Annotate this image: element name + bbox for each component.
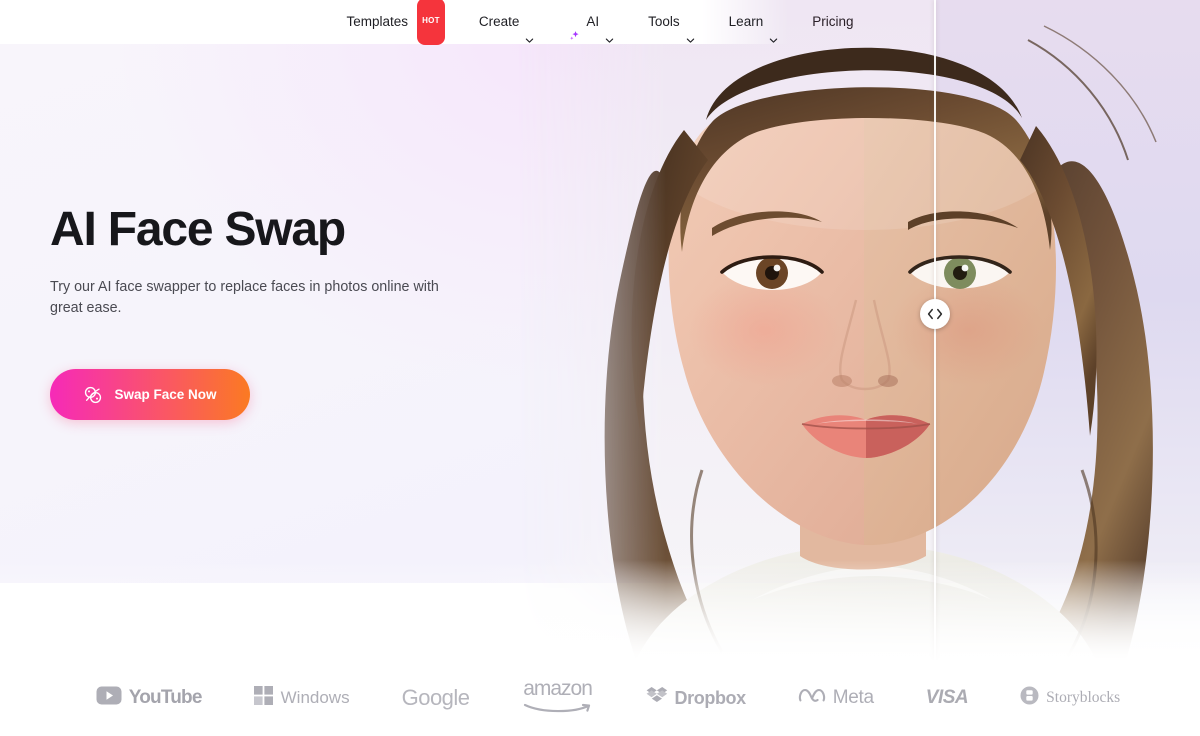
dropbox-icon [646, 686, 668, 711]
nav-item-templates[interactable]: Templates HOT [330, 0, 462, 45]
page-root: Templates HOT Create AI Tools Learn Pric… [0, 0, 1200, 736]
logo-label-youtube: YouTube [128, 687, 203, 708]
logo-visa: VISA [925, 687, 969, 709]
meta-infinity-icon [798, 687, 826, 709]
sparkle-icon [568, 17, 581, 40]
face-swap-comparison-image[interactable] [516, 0, 1200, 660]
nav-item-tools[interactable]: Tools [631, 0, 712, 44]
nav-item-pricing[interactable]: Pricing [795, 0, 870, 44]
logo-label-meta: Meta [832, 687, 874, 708]
portrait-photo [516, 0, 1200, 660]
comparison-slider-handle[interactable] [920, 299, 950, 329]
logo-label-visa: VISA [925, 687, 969, 708]
chevron-down-icon [769, 19, 778, 43]
chevron-down-icon [605, 19, 614, 43]
logo-youtube: YouTube [96, 686, 202, 710]
nav-item-create[interactable]: Create [462, 0, 552, 44]
windows-icon [253, 685, 274, 711]
hero-subtitle: Try our AI face swapper to replace faces… [50, 278, 439, 317]
logo-label-windows: Windows [280, 688, 350, 707]
face-swap-icon [83, 385, 103, 405]
hero-text-block: AI Face Swap Try our AI face swapper to … [50, 204, 470, 320]
youtube-icon [96, 686, 122, 710]
nav-label-create: Create [478, 14, 520, 29]
storyblocks-icon [1020, 686, 1039, 710]
logo-label-dropbox: Dropbox [674, 687, 747, 708]
nav-label-templates: Templates [346, 14, 409, 29]
main-menu: Templates HOT Create AI Tools Learn Pric… [0, 0, 1200, 45]
nav-label-pricing: Pricing [812, 14, 854, 29]
chevron-down-icon [686, 19, 695, 43]
comparison-divider-line [934, 0, 936, 660]
swap-face-now-button[interactable]: Swap Face Now [50, 369, 250, 420]
hot-badge: HOT [417, 0, 445, 45]
logo-storyblocks: Storyblocks [1020, 686, 1120, 710]
nav-label-tools: Tools [648, 14, 680, 29]
chevron-down-icon [525, 19, 534, 43]
logo-windows: Windows [253, 685, 350, 711]
nav-item-learn[interactable]: Learn [712, 0, 796, 44]
logo-google: Google [402, 685, 470, 711]
logo-amazon: amazon [522, 677, 594, 719]
logo-dropbox: Dropbox [646, 686, 746, 711]
logo-label-storyblocks: Storyblocks [1046, 689, 1121, 706]
logo-label-amazon: amazon [523, 677, 593, 700]
cta-label: Swap Face Now [114, 387, 217, 402]
logo-meta: Meta [798, 687, 874, 709]
nav-label-ai: AI [586, 14, 600, 29]
logo-label-google: Google [401, 685, 470, 710]
brand-logo-bar: YouTube Windows Google amazon Dropbox Me… [0, 660, 1200, 736]
nav-label-learn: Learn [728, 14, 764, 29]
amazon-smile-icon [522, 701, 594, 719]
page-title: AI Face Swap [50, 203, 346, 256]
nav-item-ai[interactable]: AI [551, 0, 631, 44]
